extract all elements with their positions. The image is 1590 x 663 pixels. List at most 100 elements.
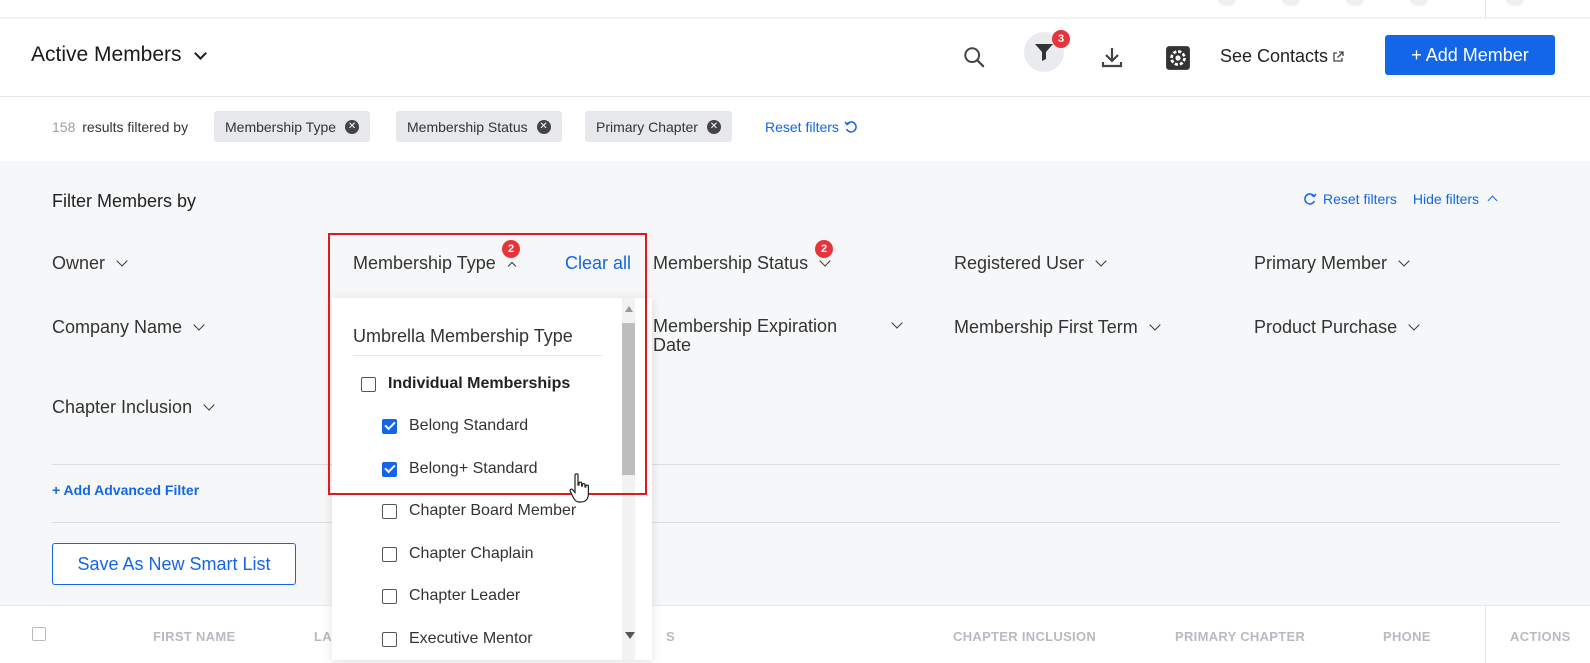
filter-chip-membership-type[interactable]: Membership Type ✕ xyxy=(214,111,371,142)
chevron-up-icon xyxy=(1487,195,1498,206)
option-chapter-board-member[interactable]: Chapter Board Member xyxy=(382,502,576,520)
checkbox[interactable] xyxy=(361,376,376,392)
list-selector[interactable]: Active Members xyxy=(31,43,207,67)
add-member-button[interactable]: + Add Member xyxy=(1385,35,1555,75)
filter-registered-user[interactable]: Registered User xyxy=(954,253,1107,274)
reset-icon xyxy=(1304,193,1317,205)
checkbox[interactable] xyxy=(382,503,397,519)
avatar-icon xyxy=(1506,0,1524,6)
filter-owner[interactable]: Owner xyxy=(52,253,128,274)
top-strip xyxy=(0,0,1590,18)
add-advanced-filter-link[interactable]: + Add Advanced Filter xyxy=(52,482,199,498)
checkbox[interactable] xyxy=(382,418,397,434)
membership-type-dropdown[interactable]: Umbrella Membership Type Individual Memb… xyxy=(332,298,652,660)
option-label: Chapter Chaplain xyxy=(409,545,534,562)
see-contacts-label: See Contacts xyxy=(1220,46,1329,66)
option-label: Chapter Leader xyxy=(409,587,521,604)
filter-label: Membership Type xyxy=(353,253,496,273)
option-label: Belong+ Standard xyxy=(409,460,538,477)
column-header: ACTIONS xyxy=(1510,629,1571,644)
column-header[interactable]: CHAPTER INCLUSION xyxy=(953,629,1096,644)
membership-type-badge: 2 xyxy=(502,240,520,258)
chevron-down-icon xyxy=(1398,255,1410,267)
hand-cursor-icon xyxy=(569,473,589,503)
reset-filters-label: Reset filters xyxy=(765,119,839,135)
column-header[interactable]: PHONE xyxy=(1383,629,1431,644)
filter-membership-type[interactable]: Membership Type xyxy=(353,253,516,274)
divider xyxy=(52,464,1560,465)
filter-company-name[interactable]: Company Name xyxy=(52,317,205,338)
option-label: Individual Memberships xyxy=(388,375,571,392)
chip-label: Primary Chapter xyxy=(596,118,698,135)
column-header[interactable]: LA xyxy=(314,629,332,644)
gear-icon[interactable] xyxy=(1165,45,1191,71)
chevron-down-icon xyxy=(1408,319,1420,331)
filter-membership-first-term[interactable]: Membership First Term xyxy=(954,317,1161,338)
divider xyxy=(52,522,1560,523)
scroll-down-arrow-icon[interactable] xyxy=(625,632,635,639)
chevron-down-icon xyxy=(1149,319,1161,331)
filter-membership-status[interactable]: Membership Status xyxy=(653,253,831,274)
checkbox[interactable] xyxy=(382,631,397,647)
chevron-up-icon xyxy=(507,261,516,270)
close-icon[interactable]: ✕ xyxy=(706,119,721,134)
download-icon[interactable] xyxy=(1100,45,1124,69)
see-contacts-link[interactable]: See Contacts xyxy=(1220,46,1344,67)
filter-label-line: Membership Expiration xyxy=(653,316,838,336)
option-chapter-leader[interactable]: Chapter Leader xyxy=(382,587,520,605)
reset-icon xyxy=(844,121,857,133)
filter-panel: Filter Members by Reset filters Hide fil… xyxy=(0,161,1590,603)
filter-label: Membership Expiration Date xyxy=(653,317,873,355)
hide-filters-label: Hide filters xyxy=(1412,191,1480,207)
avatar-icon xyxy=(1410,0,1428,6)
save-smart-list-button[interactable]: Save As New Smart List xyxy=(52,543,296,585)
checkbox[interactable] xyxy=(382,588,397,604)
filter-primary-member[interactable]: Primary Member xyxy=(1254,253,1410,274)
column-header[interactable]: S xyxy=(666,629,675,644)
hide-filters-link[interactable]: Hide filters xyxy=(1412,191,1498,207)
search-icon[interactable] xyxy=(963,46,985,68)
filter-button[interactable]: 3 xyxy=(1024,30,1070,72)
avatar-icon xyxy=(1346,0,1364,6)
reset-filters-link[interactable]: Reset filters xyxy=(1303,191,1397,207)
reset-filters-link[interactable]: Reset filters xyxy=(765,119,858,135)
scrollbar-thumb[interactable] xyxy=(622,323,635,475)
option-individual-memberships[interactable]: Individual Memberships xyxy=(361,375,570,393)
filter-product-purchase[interactable]: Product Purchase xyxy=(1254,317,1420,338)
filter-chip-primary-chapter[interactable]: Primary Chapter ✕ xyxy=(585,111,732,142)
filter-label: Owner xyxy=(52,253,106,273)
checkbox[interactable] xyxy=(382,461,397,477)
filter-label: Registered User xyxy=(954,253,1085,273)
option-label: Chapter Board Member xyxy=(409,502,577,519)
filter-chip-membership-status[interactable]: Membership Status ✕ xyxy=(396,111,562,142)
close-icon[interactable]: ✕ xyxy=(345,119,360,134)
checkbox[interactable] xyxy=(382,546,397,562)
column-header[interactable]: PRIMARY CHAPTER xyxy=(1175,629,1305,644)
results-label: results filtered by xyxy=(82,119,189,135)
clear-all-link[interactable]: Clear all xyxy=(565,253,631,274)
option-chapter-chaplain[interactable]: Chapter Chaplain xyxy=(382,545,534,563)
filter-membership-expiration-date[interactable]: Membership Expiration Date xyxy=(653,317,903,355)
option-label: Executive Mentor xyxy=(409,630,533,647)
chevron-down-icon xyxy=(193,319,205,331)
option-belong-standard[interactable]: Belong Standard xyxy=(382,417,528,435)
column-header[interactable]: FIRST NAME xyxy=(153,629,235,644)
divider xyxy=(1485,606,1486,663)
select-all-checkbox[interactable] xyxy=(32,627,46,641)
external-link-icon xyxy=(1333,50,1344,62)
filter-label: Product Purchase xyxy=(1254,317,1398,337)
scroll-up-arrow-icon[interactable] xyxy=(625,306,633,312)
avatar-icon xyxy=(1218,0,1236,6)
chevron-down-icon xyxy=(1095,255,1107,267)
results-count: 158 xyxy=(52,119,76,135)
filter-count-badge: 3 xyxy=(1052,30,1070,48)
option-belong-plus-standard[interactable]: Belong+ Standard xyxy=(382,460,538,478)
close-icon[interactable]: ✕ xyxy=(536,119,551,134)
chevron-down-icon xyxy=(193,46,207,60)
filter-label: Company Name xyxy=(52,317,183,337)
chip-label: Membership Status xyxy=(407,118,528,135)
avatar-icon xyxy=(1282,0,1300,6)
filter-label: Primary Member xyxy=(1254,253,1388,273)
filter-chapter-inclusion[interactable]: Chapter Inclusion xyxy=(52,397,215,418)
option-executive-mentor[interactable]: Executive Mentor xyxy=(382,630,533,648)
